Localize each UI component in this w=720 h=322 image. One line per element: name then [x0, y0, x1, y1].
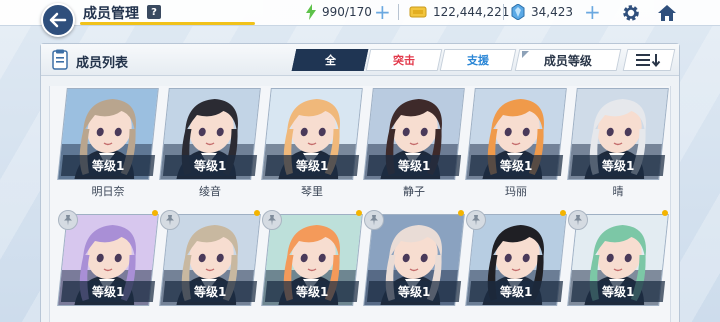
level-band: 等级1	[162, 281, 258, 302]
panel-title: 成员列表	[76, 56, 129, 71]
title-underline	[80, 22, 255, 25]
character-name: 琴里	[301, 185, 323, 198]
member-list-icon	[52, 49, 68, 70]
tab-all[interactable]: 全	[291, 49, 369, 71]
pin-button[interactable]	[466, 210, 486, 230]
level-band: 等级1	[264, 155, 360, 176]
level-label: 等级1	[397, 159, 431, 173]
character-name: 静子	[403, 185, 425, 198]
level-band: 等级1	[570, 281, 666, 302]
character-name: 明日奈	[91, 185, 125, 198]
level-band: 等级1	[366, 281, 462, 302]
pin-icon	[370, 215, 378, 226]
character-card[interactable]: 等级1	[363, 210, 465, 322]
character-card[interactable]: 等级1 静子	[363, 88, 465, 200]
level-label: 等级1	[601, 159, 635, 173]
ap-counter: 990/170	[304, 3, 372, 21]
pin-icon	[574, 215, 582, 226]
character-name: 玛丽	[505, 185, 527, 198]
sort-label: 成员等级	[543, 53, 592, 68]
gear-icon	[623, 5, 639, 21]
character-card[interactable]: 等级1 玛丽	[465, 88, 567, 200]
pin-icon	[268, 215, 276, 226]
home-icon	[658, 5, 676, 21]
panel-header: 成员列表 全 突击 支援 成员等级	[41, 44, 679, 76]
level-label: 等级1	[91, 159, 125, 173]
level-band: 等级1	[468, 281, 564, 302]
credits-value: 122,444,221	[433, 5, 510, 19]
level-label: 等级1	[91, 285, 125, 299]
pin-icon	[472, 215, 480, 226]
level-band: 等级1	[570, 155, 666, 176]
help-icon[interactable]: ?	[147, 5, 161, 19]
tab-all-label: 全	[324, 54, 336, 67]
pyroxene-gem-icon	[511, 4, 525, 20]
character-card[interactable]: 等级1 明日奈	[57, 88, 159, 200]
notification-dot	[152, 210, 158, 216]
gems-value: 34,423	[531, 5, 573, 19]
character-card[interactable]: 等级1	[57, 210, 159, 322]
pin-button[interactable]	[58, 210, 78, 230]
character-card[interactable]: 等级1	[465, 210, 567, 322]
level-label: 等级1	[499, 159, 533, 173]
level-label: 等级1	[397, 285, 431, 299]
notification-dot	[560, 210, 566, 216]
divider	[398, 4, 399, 20]
pin-icon	[64, 215, 72, 226]
character-card[interactable]: 等级1	[567, 210, 669, 322]
tab-striker[interactable]: 突击	[365, 49, 443, 71]
pin-icon	[166, 215, 174, 226]
level-band: 等级1	[162, 155, 258, 176]
sort-descending-icon	[636, 54, 661, 67]
pin-button[interactable]	[160, 210, 180, 230]
add-gems-button[interactable]: +	[584, 2, 601, 22]
character-card[interactable]: 等级1	[261, 210, 363, 322]
add-ap-button[interactable]: +	[374, 2, 391, 22]
notification-dot	[662, 210, 668, 216]
sort-order-button[interactable]	[622, 49, 676, 71]
tab-special-label: 支援	[467, 54, 489, 67]
level-label: 等级1	[499, 285, 533, 299]
credit-coin-icon	[409, 6, 427, 18]
tab-special[interactable]: 支援	[439, 49, 517, 71]
notification-dot	[356, 210, 362, 216]
page-title: 成员管理	[83, 6, 139, 22]
sort-dropdown[interactable]: 成员等级	[514, 49, 622, 71]
pin-button[interactable]	[262, 210, 282, 230]
level-label: 等级1	[601, 285, 635, 299]
character-name: 晴	[612, 185, 624, 198]
notification-dot	[254, 210, 260, 216]
back-arrow-icon	[49, 12, 67, 28]
notification-dot	[458, 210, 464, 216]
ap-value: 990/170	[322, 5, 372, 19]
character-name: 绫音	[199, 185, 221, 198]
settings-button[interactable]	[620, 2, 642, 24]
level-label: 等级1	[193, 285, 227, 299]
tab-striker-label: 突击	[393, 54, 415, 67]
back-button[interactable]	[41, 3, 75, 37]
divider	[503, 4, 504, 20]
level-label: 等级1	[295, 285, 329, 299]
level-band: 等级1	[366, 155, 462, 176]
level-band: 等级1	[60, 281, 156, 302]
level-label: 等级1	[193, 159, 227, 173]
character-card[interactable]: 等级1 绫音	[159, 88, 261, 200]
character-card[interactable]: 等级1	[159, 210, 261, 322]
home-button[interactable]	[656, 2, 678, 24]
level-band: 等级1	[468, 155, 564, 176]
character-grid: 等级1 明日奈 等级1 绫音 等级1 琴里 等级1 静子 等级1 玛丽 等级1 …	[49, 86, 671, 322]
pin-button[interactable]	[364, 210, 384, 230]
sort-corner-marker	[522, 51, 529, 58]
level-band: 等级1	[264, 281, 360, 302]
filter-tabs: 全 突击 支援	[291, 49, 517, 71]
pin-button[interactable]	[568, 210, 588, 230]
level-label: 等级1	[295, 159, 329, 173]
gems-counter: 34,423	[511, 3, 573, 21]
energy-bolt-icon	[306, 4, 316, 20]
level-band: 等级1	[60, 155, 156, 176]
character-card[interactable]: 等级1 晴	[567, 88, 669, 200]
character-card[interactable]: 等级1 琴里	[261, 88, 363, 200]
credits-counter: 122,444,221	[409, 3, 509, 21]
